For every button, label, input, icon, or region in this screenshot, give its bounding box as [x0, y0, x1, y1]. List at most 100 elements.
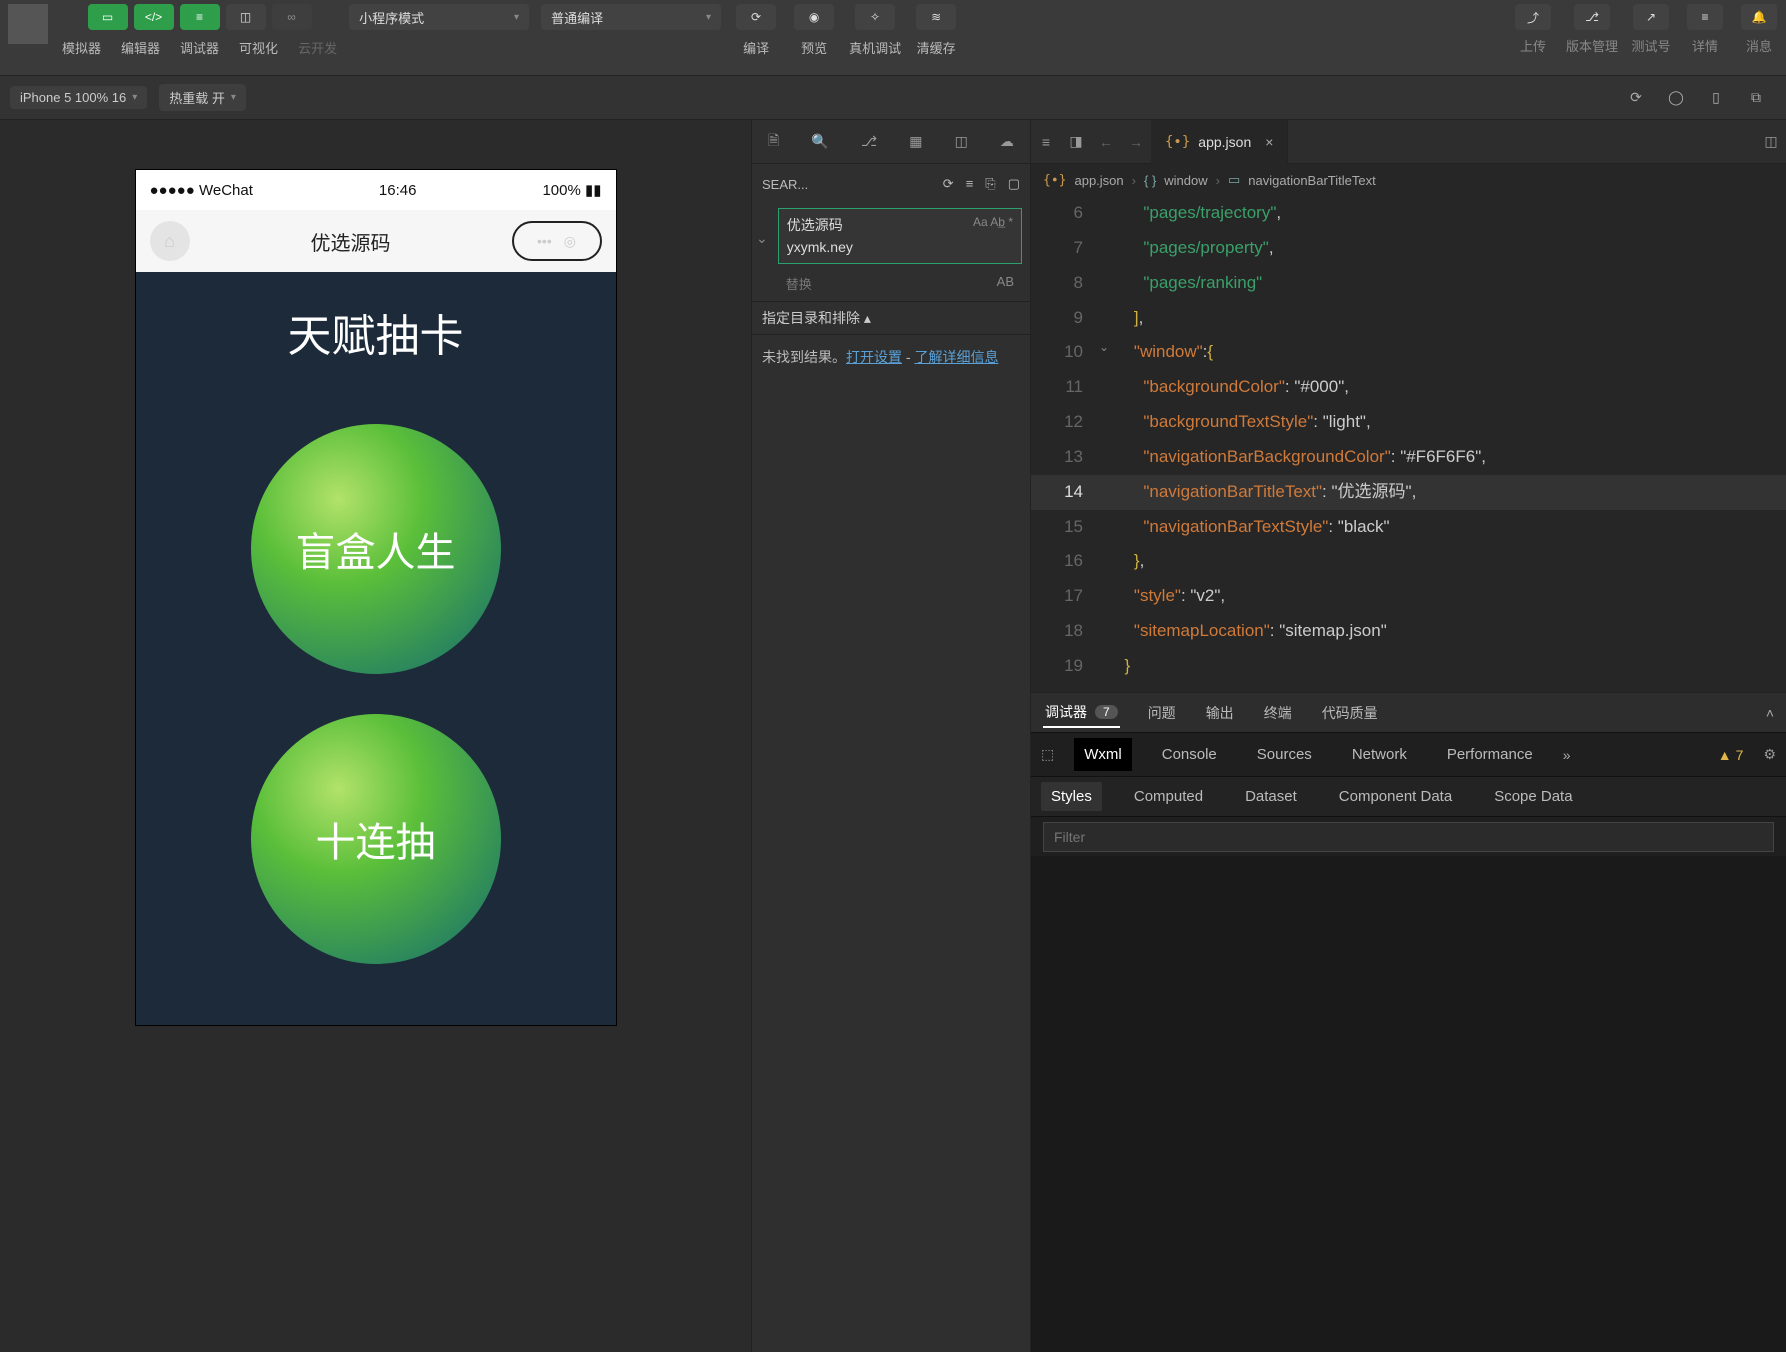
crumb-file[interactable]: app.json [1074, 173, 1123, 188]
visualize-button[interactable]: ◫ [226, 4, 266, 30]
code-line[interactable]: 8 "pages/ranking" [1031, 266, 1786, 301]
hotreload-select[interactable]: 热重载 开▾ [159, 84, 246, 111]
simulator-button[interactable]: ▭ [88, 4, 128, 30]
replace-label[interactable]: 替换 [786, 274, 812, 293]
editor-button[interactable]: </> [134, 4, 174, 30]
code-line[interactable]: 20 [1031, 684, 1786, 692]
tab-debugger[interactable]: 调试器7 [1043, 698, 1120, 728]
case-icon[interactable]: Aa [973, 215, 988, 229]
version-label: 版本管理 [1566, 36, 1618, 55]
devtab-wxml[interactable]: Wxml [1074, 738, 1132, 771]
code-line[interactable]: 7 "pages/property", [1031, 231, 1786, 266]
code-line[interactable]: 17 "style": "v2", [1031, 579, 1786, 614]
docker-icon[interactable]: ☁ [1000, 133, 1014, 150]
files-icon[interactable]: 🗎 [768, 130, 779, 154]
file-tab[interactable]: {∙} app.json × [1151, 120, 1288, 164]
bookmark-icon[interactable]: ◨ [1061, 133, 1091, 150]
cloud-dev-button[interactable]: ∞ [272, 4, 312, 30]
code-line[interactable]: 13 "navigationBarBackgroundColor": "#F6F… [1031, 440, 1786, 475]
subtab-dataset[interactable]: Dataset [1235, 782, 1307, 811]
chevron-down-icon[interactable]: ⌄ [752, 204, 770, 247]
ext-icon[interactable]: ▦ [909, 133, 922, 150]
tab-problems[interactable]: 问题 [1146, 699, 1178, 727]
phone-frame: ●●●●● WeChat 16:46 100% ▮▮ ⌂ 优选源码 •••◎ 天… [136, 170, 616, 1025]
subtab-computed[interactable]: Computed [1124, 782, 1213, 811]
git-icon[interactable]: ⎇ [861, 133, 877, 150]
code-line[interactable]: 12 "backgroundTextStyle": "light", [1031, 405, 1786, 440]
crumb-window[interactable]: window [1164, 173, 1207, 188]
code-line[interactable]: 10⌄ "window":{ [1031, 335, 1786, 370]
message-button[interactable]: 🔔 [1741, 4, 1777, 30]
subtab-compdata[interactable]: Component Data [1329, 782, 1462, 811]
devtab-sources[interactable]: Sources [1247, 738, 1322, 771]
collapse-icon[interactable]: ≡ [966, 176, 974, 192]
search-input[interactable] [779, 235, 1021, 263]
subtab-styles[interactable]: Styles [1041, 782, 1102, 811]
clear-icon[interactable]: ▢ [1008, 176, 1020, 192]
detail-button[interactable]: ≡ [1687, 4, 1723, 30]
search-header: SEAR... [762, 177, 808, 192]
scope-toggle[interactable]: 指定目录和排除 ▴ [752, 301, 1030, 335]
version-button[interactable]: ⎇ [1574, 4, 1610, 30]
phone-icon[interactable]: ▯ [1702, 84, 1730, 112]
filter-input[interactable] [1043, 822, 1774, 852]
crumb-field[interactable]: navigationBarTitleText [1248, 173, 1375, 188]
mode-select[interactable]: 小程序模式▾ [349, 4, 529, 30]
upload-button[interactable]: ⤴ [1515, 4, 1551, 30]
preview-button[interactable]: ◉ [794, 4, 834, 30]
box-icon[interactable]: ◫ [955, 133, 968, 150]
code-line[interactable]: 15 "navigationBarTextStyle": "black" [1031, 510, 1786, 545]
tab-terminal[interactable]: 终端 [1262, 699, 1294, 727]
testid-button[interactable]: ↗ [1633, 4, 1669, 30]
code-line[interactable]: 16 }, [1031, 544, 1786, 579]
refresh-search-icon[interactable]: ⟳ [943, 176, 954, 192]
replace-ab-icon[interactable]: AB [997, 274, 1014, 293]
ball-button-2[interactable]: 十连抽 [251, 714, 501, 964]
compile-button[interactable]: ⟳ [736, 4, 776, 30]
device-select[interactable]: iPhone 5 100% 16▾ [10, 86, 147, 109]
devtab-console[interactable]: Console [1152, 738, 1227, 771]
warning-badge[interactable]: ▲ 7 [1718, 747, 1744, 763]
close-tab-icon[interactable]: × [1265, 134, 1273, 150]
devtab-network[interactable]: Network [1342, 738, 1417, 771]
simulator-panel: ●●●●● WeChat 16:46 100% ▮▮ ⌂ 优选源码 •••◎ 天… [0, 120, 751, 1352]
refresh-icon[interactable]: ⟳ [1622, 84, 1650, 112]
tab-quality[interactable]: 代码质量 [1320, 699, 1380, 727]
code-line[interactable]: 6 "pages/trajectory", [1031, 196, 1786, 231]
search-icon[interactable]: 🔍 [811, 133, 828, 150]
gear-icon[interactable]: ⚙ [1763, 746, 1776, 763]
newfile-icon[interactable]: ⎘ [985, 176, 995, 192]
devtab-perf[interactable]: Performance [1437, 738, 1543, 771]
subtab-scope[interactable]: Scope Data [1484, 782, 1582, 811]
back-icon[interactable]: ← [1091, 134, 1121, 150]
forward-icon[interactable]: → [1121, 134, 1151, 150]
code-line[interactable]: 14 "navigationBarTitleText": "优选源码", [1031, 475, 1786, 510]
learn-more-link[interactable]: 了解详细信息 [914, 349, 998, 365]
phone-body: 天赋抽卡 盲盒人生 十连抽 [136, 272, 616, 1025]
multi-window-icon[interactable]: ⧉ [1742, 84, 1770, 112]
tab-output[interactable]: 输出 [1204, 699, 1236, 727]
inspect-icon[interactable]: ⬚ [1041, 746, 1054, 763]
word-icon[interactable]: Ab̲ [990, 215, 1005, 229]
realdebug-button[interactable]: ✧ [855, 4, 895, 30]
avatar[interactable] [8, 4, 48, 44]
stop-icon[interactable]: ◯ [1662, 84, 1690, 112]
more-tabs-icon[interactable]: » [1563, 747, 1571, 763]
code-line[interactable]: 19 } [1031, 649, 1786, 684]
visualize-label: 可视化 [239, 38, 278, 57]
code-line[interactable]: 18 "sitemapLocation": "sitemap.json" [1031, 614, 1786, 649]
code-editor[interactable]: 6 "pages/trajectory",7 "pages/property",… [1031, 196, 1786, 692]
code-line[interactable]: 11 "backgroundColor": "#000", [1031, 370, 1786, 405]
chevron-up-icon[interactable]: ˄ [1766, 705, 1774, 721]
code-line[interactable]: 9 ], [1031, 301, 1786, 336]
open-settings-link[interactable]: 打开设置 [846, 349, 902, 365]
split-icon[interactable]: ◫ [1756, 133, 1786, 150]
ball-button-1[interactable]: 盲盒人生 [251, 424, 501, 674]
capsule-button[interactable]: •••◎ [512, 221, 602, 261]
home-icon[interactable]: ⌂ [150, 221, 190, 261]
clearcache-button[interactable]: ≋ [916, 4, 956, 30]
list-icon[interactable]: ≡ [1031, 134, 1061, 150]
compile-select[interactable]: 普通编译▾ [541, 4, 721, 30]
regex-icon[interactable]: * [1008, 215, 1013, 229]
debugger-button[interactable]: ≡ [180, 4, 220, 30]
